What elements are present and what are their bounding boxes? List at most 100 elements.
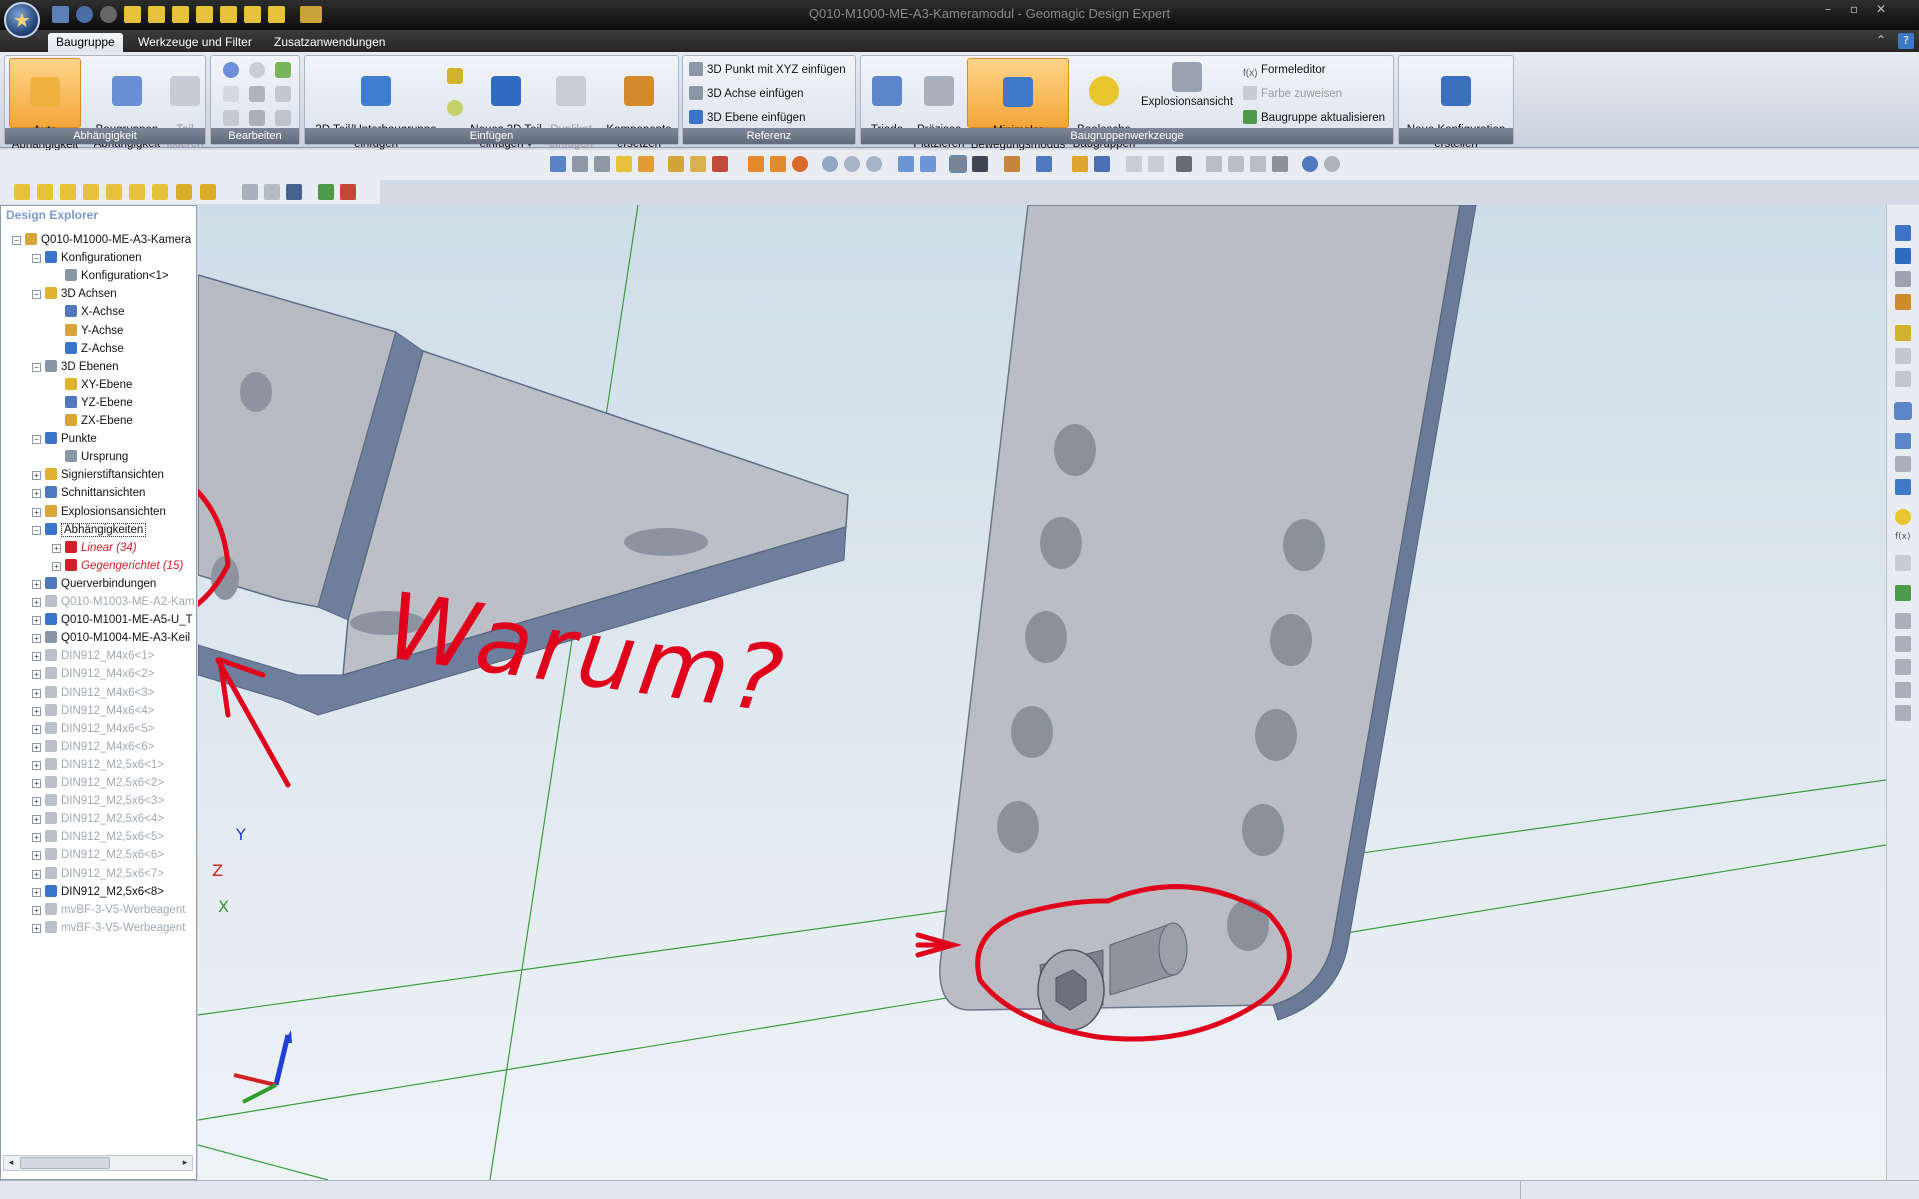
distance-icon[interactable]: [1895, 659, 1911, 675]
expand-toggle[interactable]: +: [32, 797, 41, 807]
pan-icon[interactable]: [770, 156, 786, 172]
paste-icon[interactable]: [1250, 156, 1266, 172]
expand-toggle[interactable]: +: [32, 634, 41, 644]
tree-node[interactable]: + DIN912_M2,5x6<7>: [32, 865, 164, 883]
expand-toggle[interactable]: +: [32, 905, 41, 915]
zoom-icon[interactable]: [822, 156, 838, 172]
update-icon[interactable]: [1895, 585, 1911, 601]
minimaler-bewegungsmodus-button[interactable]: Minimaler Bewegungsmodus: [967, 58, 1069, 151]
check-icon[interactable]: [275, 62, 291, 78]
scrollbar-thumb[interactable]: [20, 1157, 110, 1169]
tab-baugruppe[interactable]: Baugruppe: [48, 33, 123, 52]
duplikat-einfuegen-button[interactable]: Duplikat einfügen: [543, 58, 599, 150]
axis-icon[interactable]: [572, 156, 588, 172]
delete-icon[interactable]: [1272, 156, 1288, 172]
part-catalog-icon[interactable]: [1895, 225, 1911, 241]
expand-toggle[interactable]: +: [32, 507, 41, 517]
part-icon[interactable]: [129, 184, 145, 200]
tree-node[interactable]: + DIN912_M4x6<5>: [32, 720, 154, 738]
expand-toggle[interactable]: −: [32, 290, 41, 300]
move-icon[interactable]: [249, 62, 265, 78]
tree-node[interactable]: + DIN912_M2,5x6<5>: [32, 828, 164, 846]
pointer-icon[interactable]: [748, 156, 764, 172]
maximize-button[interactable]: ▫: [1843, 2, 1865, 19]
tree-node[interactable]: + Q010-M1003-ME-A2-Kam: [32, 593, 195, 611]
minimize-button[interactable]: –: [1817, 2, 1839, 19]
lock-icon[interactable]: [223, 110, 239, 126]
expand-toggle[interactable]: +: [32, 579, 41, 589]
refresh-icon[interactable]: [318, 184, 334, 200]
part-icon[interactable]: [14, 184, 30, 200]
shapes-icon[interactable]: [1895, 271, 1911, 287]
measure-icon[interactable]: [668, 156, 684, 172]
filter-icon[interactable]: [176, 184, 192, 200]
expand-toggle[interactable]: +: [32, 706, 41, 716]
expand-toggle[interactable]: +: [32, 833, 41, 843]
expand-toggle[interactable]: +: [32, 851, 41, 861]
tree-node[interactable]: + mvBF-3-V5-Werbeagent: [32, 919, 185, 937]
cut-icon[interactable]: [1206, 156, 1222, 172]
achse-einfuegen-button[interactable]: 3D Achse einfügen: [689, 84, 804, 104]
teil-fixieren-button[interactable]: Teil fixieren: [165, 58, 205, 150]
expand-toggle[interactable]: +: [32, 815, 41, 825]
tree-node[interactable]: + Explosionsansichten: [32, 503, 166, 521]
ribbon-collapse-icon[interactable]: ⌃: [1876, 33, 1886, 47]
tree-node[interactable]: + Q010-M1004-ME-A3-Keil: [32, 629, 190, 647]
tree-node[interactable]: − Abhängigkeiten: [32, 521, 147, 539]
tree-node[interactable]: + DIN912_M4x6<1>: [32, 647, 154, 665]
tree-node[interactable]: + DIN912_M4x6<3>: [32, 684, 154, 702]
tree-node[interactable]: ZX-Ebene: [65, 412, 133, 430]
explode-view-icon[interactable]: [1895, 613, 1911, 629]
group-icon[interactable]: [286, 184, 302, 200]
tree-node[interactable]: − 3D Achsen: [32, 285, 117, 303]
tree-node[interactable]: + Schnittansichten: [32, 484, 145, 502]
expand-toggle[interactable]: +: [32, 616, 41, 626]
tree-node[interactable]: Ursprung: [65, 448, 128, 466]
new-icon[interactable]: [1126, 156, 1142, 172]
komponente-ersetzen-button[interactable]: Komponente ersetzen: [601, 58, 677, 150]
tree-node[interactable]: + Signierstiftansichten: [32, 466, 164, 484]
plane-icon[interactable]: [550, 156, 566, 172]
neues-teil-einfuegen-button[interactable]: Neues 3D Teil einfügen ▾: [467, 58, 545, 150]
measure-icon[interactable]: [1895, 636, 1911, 652]
horizontal-scrollbar[interactable]: ◂ ▸: [3, 1155, 193, 1171]
help-icon[interactable]: ?: [1898, 33, 1914, 49]
expand-toggle[interactable]: +: [32, 869, 41, 879]
expand-toggle[interactable]: +: [32, 742, 41, 752]
expand-toggle[interactable]: +: [32, 887, 41, 897]
tree-node[interactable]: + DIN912_M4x6<4>: [32, 702, 154, 720]
point-icon[interactable]: [594, 156, 610, 172]
tree-node[interactable]: + DIN912_M2,5x6<8>: [32, 883, 164, 901]
print-icon[interactable]: [1176, 156, 1192, 172]
triad-icon[interactable]: [1895, 433, 1911, 449]
app-menu-button[interactable]: ★: [4, 2, 40, 38]
tree-node[interactable]: + Q010-M1001-ME-A5-U_T: [32, 611, 193, 629]
copy-icon[interactable]: [223, 86, 239, 102]
part-icon[interactable]: [60, 184, 76, 200]
expand-toggle[interactable]: +: [32, 724, 41, 734]
copy-icon[interactable]: [1228, 156, 1244, 172]
part-icon[interactable]: [106, 184, 122, 200]
tree-node[interactable]: Konfiguration<1>: [65, 267, 169, 285]
scale-icon[interactable]: [690, 156, 706, 172]
ebene-einfuegen-button[interactable]: 3D Ebene einfügen: [689, 108, 805, 128]
expand-toggle[interactable]: +: [52, 561, 61, 571]
formula-icon[interactable]: f(x): [1895, 532, 1911, 548]
properties-icon[interactable]: [275, 86, 291, 102]
tree-node[interactable]: Y-Achse: [65, 322, 123, 340]
expand-toggle[interactable]: −: [32, 362, 41, 372]
link-icon[interactable]: [242, 184, 258, 200]
expand-toggle[interactable]: +: [32, 670, 41, 680]
wireframe-icon[interactable]: [972, 156, 988, 172]
3d-viewport[interactable]: Warum? Y Z X: [198, 205, 1886, 1180]
auto-abhaengigkeit-button[interactable]: Auto Abhängigkeit: [9, 58, 81, 151]
scroll-right-icon[interactable]: ▸: [178, 1156, 192, 1170]
tree-node[interactable]: − 3D Ebenen: [32, 358, 119, 376]
trash-icon[interactable]: [340, 184, 356, 200]
undo-icon[interactable]: [1302, 156, 1318, 172]
baugruppe-aktualisieren-button[interactable]: Baugruppe aktualisieren: [1243, 108, 1385, 128]
part-icon[interactable]: [1895, 248, 1911, 264]
neue-konfiguration-button[interactable]: Neue Konfiguration erstellen: [1401, 58, 1511, 150]
close-button[interactable]: ✕: [1870, 2, 1892, 19]
open-icon[interactable]: [1072, 156, 1088, 172]
